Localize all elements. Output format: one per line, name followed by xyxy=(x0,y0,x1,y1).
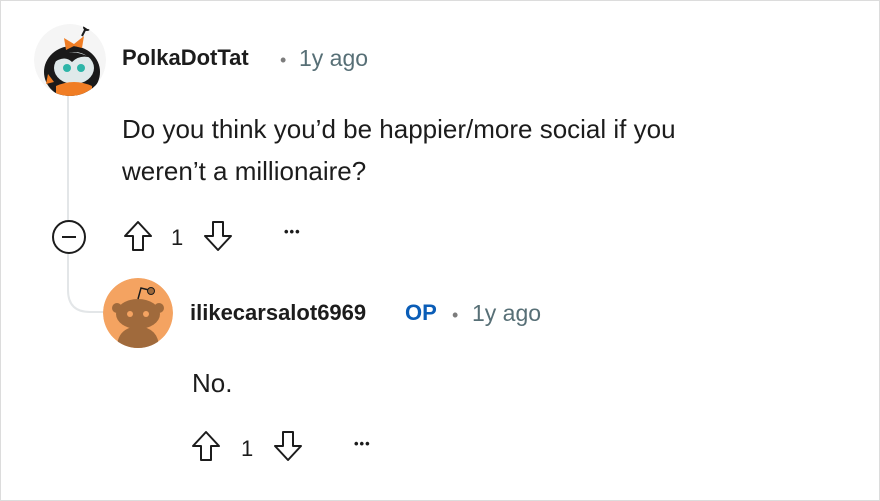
more-options-button[interactable]: ••• xyxy=(354,436,371,451)
more-options-button[interactable]: ••• xyxy=(284,224,301,239)
upvote-arrow-icon xyxy=(192,431,220,461)
upvote-button[interactable] xyxy=(188,428,224,464)
comment-body-line: Do you think you’d be happier/more socia… xyxy=(122,114,676,144)
upvote-arrow-icon xyxy=(124,221,152,251)
comment-body-line: weren’t a millionaire? xyxy=(122,156,367,186)
comment-body: No. xyxy=(192,362,232,404)
op-badge: OP xyxy=(405,300,437,325)
comment-timestamp[interactable]: 1y ago xyxy=(472,300,541,327)
comment-author[interactable]: ilikecarsalot6969 xyxy=(190,300,366,326)
downvote-arrow-icon xyxy=(204,221,232,251)
default-snoo-avatar-icon xyxy=(103,278,173,348)
vote-count: 1 xyxy=(241,436,254,461)
meta-separator: • xyxy=(452,305,459,325)
upvote-button[interactable] xyxy=(120,218,156,254)
comment-timestamp[interactable]: 1y ago xyxy=(299,45,368,72)
downvote-button[interactable] xyxy=(270,428,306,464)
downvote-arrow-icon xyxy=(274,431,302,461)
meta-separator: • xyxy=(280,50,287,70)
snoo-avatar-icon xyxy=(34,24,106,96)
comment-body: Do you think you’d be happier/more socia… xyxy=(122,108,676,192)
comment-author[interactable]: PolkaDotTat xyxy=(122,45,249,71)
user-avatar[interactable] xyxy=(34,24,106,96)
comment-body-line: No. xyxy=(192,368,233,398)
vote-count: 1 xyxy=(171,225,184,250)
downvote-button[interactable] xyxy=(200,218,236,254)
collapse-thread-button[interactable] xyxy=(52,220,86,254)
thread-line[interactable] xyxy=(67,93,69,220)
user-avatar[interactable] xyxy=(103,278,173,348)
